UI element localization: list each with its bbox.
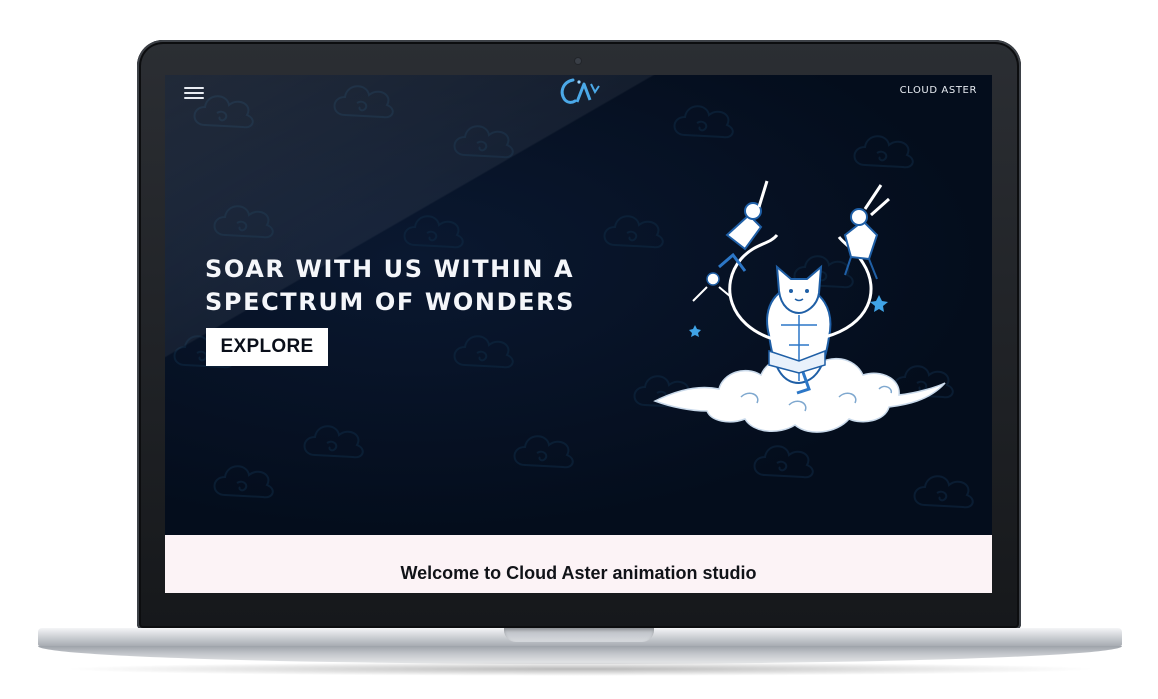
cat-on-cloud-illustration bbox=[653, 180, 946, 433]
laptop-shadow bbox=[60, 662, 1100, 676]
hamburger-menu-icon[interactable] bbox=[184, 84, 204, 100]
hero-headline: SOAR WITH US WITHIN A SPECTRUM OF WONDER… bbox=[205, 255, 576, 316]
webcam bbox=[575, 58, 581, 64]
welcome-title: Welcome to Cloud Aster animation studio bbox=[400, 563, 757, 583]
hero-section: CLOUD ASTER SOAR WITH US WITHIN A SPECTR… bbox=[165, 75, 992, 535]
cloud-aster-logo-icon[interactable] bbox=[557, 76, 601, 106]
laptop-screen: CLOUD ASTER SOAR WITH US WITHIN A SPECTR… bbox=[165, 75, 992, 593]
brand-name[interactable]: CLOUD ASTER bbox=[900, 85, 977, 96]
laptop-notch bbox=[504, 628, 654, 642]
explore-button[interactable]: EXPLORE bbox=[206, 328, 328, 366]
welcome-section: Welcome to Cloud Aster animation studio bbox=[165, 535, 992, 593]
